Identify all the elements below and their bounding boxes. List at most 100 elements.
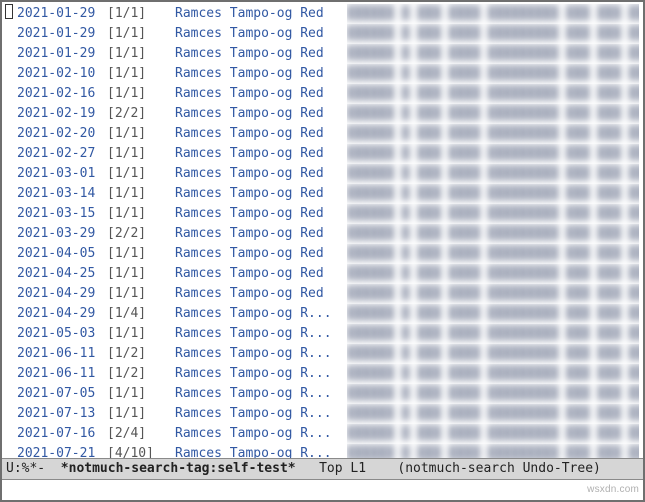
result-date: 2021-04-25 — [7, 264, 107, 284]
result-count: [1/1] — [107, 204, 175, 224]
search-result-row[interactable]: 2021-02-16[1/1]Ramces Tampo-og Red██████… — [7, 84, 639, 104]
result-count: [2/4] — [107, 424, 175, 444]
search-result-row[interactable]: 2021-01-29[1/1]Ramces Tampo-og Red██████… — [7, 4, 639, 24]
result-date: 2021-06-11 — [7, 344, 107, 364]
modeline-buffer-name: *notmuch-search-tag:self-test* — [61, 459, 296, 479]
search-result-row[interactable]: 2021-02-20[1/1]Ramces Tampo-og Red██████… — [7, 124, 639, 144]
result-author: Ramces Tampo-og R... — [175, 404, 347, 424]
result-author: Ramces Tampo-og Red — [175, 124, 347, 144]
result-subject-blurred: ██████ █ ███ ████ █████████ ███ ███ ████… — [347, 264, 639, 284]
result-count: [1/1] — [107, 64, 175, 84]
result-subject-blurred: ██████ █ ███ ████ █████████ ███ ███ ████… — [347, 84, 639, 104]
search-result-row[interactable]: 2021-05-03[1/1]Ramces Tampo-og R...█████… — [7, 324, 639, 344]
result-subject-blurred: ██████ █ ███ ████ █████████ ███ ███ ████… — [347, 4, 639, 24]
result-subject-blurred: ██████ █ ███ ████ █████████ ███ ███ ████… — [347, 444, 639, 458]
search-result-row[interactable]: 2021-06-11[1/2]Ramces Tampo-og R...█████… — [7, 364, 639, 384]
search-result-row[interactable]: 2021-01-29[1/1]Ramces Tampo-og Red██████… — [7, 44, 639, 64]
result-date: 2021-03-29 — [7, 224, 107, 244]
result-subject-blurred: ██████ █ ███ ████ █████████ ███ ███ ████… — [347, 364, 639, 384]
search-result-row[interactable]: 2021-04-05[1/1]Ramces Tampo-og Red██████… — [7, 244, 639, 264]
result-subject-blurred: ██████ █ ███ ████ █████████ ███ ███ ████… — [347, 344, 639, 364]
result-count: [1/1] — [107, 84, 175, 104]
result-subject-blurred: ██████ █ ███ ████ █████████ ███ ███ ████… — [347, 304, 639, 324]
result-author: Ramces Tampo-og Red — [175, 264, 347, 284]
result-count: [1/1] — [107, 44, 175, 64]
result-subject-blurred: ██████ █ ███ ████ █████████ ███ ███ ████… — [347, 104, 639, 124]
result-author: Ramces Tampo-og R... — [175, 424, 347, 444]
search-result-row[interactable]: 2021-01-29[1/1]Ramces Tampo-og Red██████… — [7, 24, 639, 44]
result-subject-blurred: ██████ █ ███ ████ █████████ ███ ███ ████… — [347, 284, 639, 304]
result-author: Ramces Tampo-og Red — [175, 204, 347, 224]
result-date: 2021-01-29 — [7, 44, 107, 64]
result-subject-blurred: ██████ █ ███ ████ █████████ ███ ███ ████… — [347, 424, 639, 444]
result-date: 2021-02-16 — [7, 84, 107, 104]
result-subject-blurred: ██████ █ ███ ████ █████████ ███ ███ ████… — [347, 224, 639, 244]
result-author: Ramces Tampo-og Red — [175, 84, 347, 104]
result-count: [1/1] — [107, 244, 175, 264]
result-subject-blurred: ██████ █ ███ ████ █████████ ███ ███ ████… — [347, 324, 639, 344]
result-count: [1/1] — [107, 4, 175, 24]
result-date: 2021-06-11 — [7, 364, 107, 384]
result-subject-blurred: ██████ █ ███ ████ █████████ ███ ███ ████… — [347, 144, 639, 164]
result-count: [1/1] — [107, 404, 175, 424]
result-subject-blurred: ██████ █ ███ ████ █████████ ███ ███ ████… — [347, 384, 639, 404]
result-count: [1/1] — [107, 164, 175, 184]
search-result-row[interactable]: 2021-06-11[1/2]Ramces Tampo-og R...█████… — [7, 344, 639, 364]
result-count: [1/1] — [107, 184, 175, 204]
modeline-modes: (notmuch-search Undo-Tree) — [366, 459, 601, 479]
result-date: 2021-01-29 — [7, 24, 107, 44]
search-results-buffer[interactable]: 2021-01-29[1/1]Ramces Tampo-og Red██████… — [2, 2, 643, 458]
result-subject-blurred: ██████ █ ███ ████ █████████ ███ ███ ████… — [347, 44, 639, 64]
search-result-row[interactable]: 2021-07-05[1/1]Ramces Tampo-og R...█████… — [7, 384, 639, 404]
mode-line[interactable]: U:%*- *notmuch-search-tag:self-test* Top… — [2, 458, 643, 480]
result-count: [1/1] — [107, 284, 175, 304]
result-count: [1/2] — [107, 344, 175, 364]
result-count: [1/1] — [107, 24, 175, 44]
result-date: 2021-04-29 — [7, 284, 107, 304]
result-author: Ramces Tampo-og Red — [175, 24, 347, 44]
search-result-row[interactable]: 2021-04-29[1/4]Ramces Tampo-og R...█████… — [7, 304, 639, 324]
search-result-row[interactable]: 2021-07-16[2/4]Ramces Tampo-og R...█████… — [7, 424, 639, 444]
result-date: 2021-02-27 — [7, 144, 107, 164]
result-date: 2021-02-10 — [7, 64, 107, 84]
emacs-window: 2021-01-29[1/1]Ramces Tampo-og Red██████… — [0, 0, 645, 502]
search-result-row[interactable]: 2021-07-13[1/1]Ramces Tampo-og R...█████… — [7, 404, 639, 424]
search-result-row[interactable]: 2021-02-27[1/1]Ramces Tampo-og Red██████… — [7, 144, 639, 164]
result-author: Ramces Tampo-og Red — [175, 64, 347, 84]
modeline-position: Top L1 — [296, 459, 366, 479]
modeline-status: U:%*- — [6, 459, 61, 479]
result-count: [2/2] — [107, 104, 175, 124]
result-count: [4/10] — [107, 444, 175, 458]
result-count: [1/1] — [107, 124, 175, 144]
result-subject-blurred: ██████ █ ███ ████ █████████ ███ ███ ████… — [347, 184, 639, 204]
result-subject-blurred: ██████ █ ███ ████ █████████ ███ ███ ████… — [347, 404, 639, 424]
result-date: 2021-07-05 — [7, 384, 107, 404]
search-result-row[interactable]: 2021-03-14[1/1]Ramces Tampo-og Red██████… — [7, 184, 639, 204]
result-count: [1/1] — [107, 144, 175, 164]
result-author: Ramces Tampo-og Red — [175, 244, 347, 264]
search-result-row[interactable]: 2021-04-25[1/1]Ramces Tampo-og Red██████… — [7, 264, 639, 284]
minibuffer[interactable] — [2, 480, 643, 500]
result-author: Ramces Tampo-og R... — [175, 344, 347, 364]
result-count: [2/2] — [107, 224, 175, 244]
text-cursor — [5, 4, 13, 19]
result-subject-blurred: ██████ █ ███ ████ █████████ ███ ███ ████… — [347, 124, 639, 144]
result-count: [1/1] — [107, 384, 175, 404]
result-author: Ramces Tampo-og R... — [175, 304, 347, 324]
result-author: Ramces Tampo-og Red — [175, 144, 347, 164]
result-author: Ramces Tampo-og Red — [175, 224, 347, 244]
search-result-row[interactable]: 2021-03-15[1/1]Ramces Tampo-og Red██████… — [7, 204, 639, 224]
result-author: Ramces Tampo-og Red — [175, 44, 347, 64]
result-date: 2021-03-14 — [7, 184, 107, 204]
result-subject-blurred: ██████ █ ███ ████ █████████ ███ ███ ████… — [347, 24, 639, 44]
result-date: 2021-02-20 — [7, 124, 107, 144]
result-subject-blurred: ██████ █ ███ ████ █████████ ███ ███ ████… — [347, 164, 639, 184]
result-author: Ramces Tampo-og R... — [175, 324, 347, 344]
search-result-row[interactable]: 2021-07-21[4/10]Ramces Tampo-og R...████… — [7, 444, 639, 458]
search-result-row[interactable]: 2021-03-29[2/2]Ramces Tampo-og Red██████… — [7, 224, 639, 244]
result-date: 2021-07-16 — [7, 424, 107, 444]
search-result-row[interactable]: 2021-02-19[2/2]Ramces Tampo-og Red██████… — [7, 104, 639, 124]
search-result-row[interactable]: 2021-03-01[1/1]Ramces Tampo-og Red██████… — [7, 164, 639, 184]
search-result-row[interactable]: 2021-02-10[1/1]Ramces Tampo-og Red██████… — [7, 64, 639, 84]
search-result-row[interactable]: 2021-04-29[1/1]Ramces Tampo-og Red██████… — [7, 284, 639, 304]
